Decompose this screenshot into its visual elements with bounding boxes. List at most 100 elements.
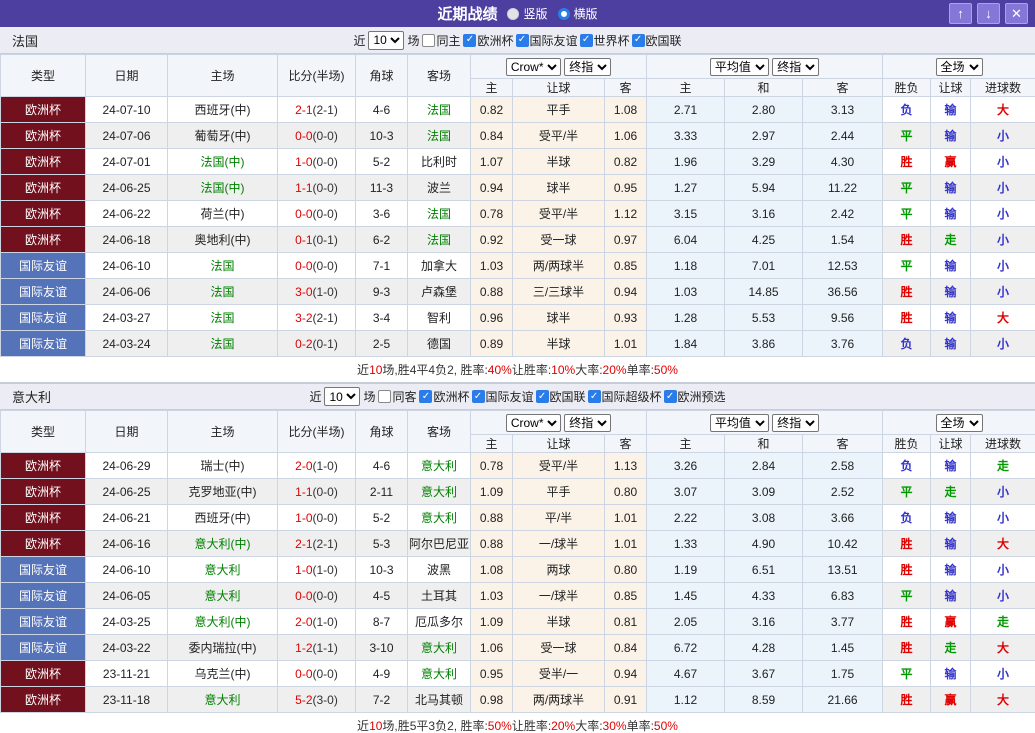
checkbox-unchecked-icon[interactable] — [378, 390, 391, 403]
checkbox-checked-icon[interactable]: ✓ — [580, 34, 593, 47]
league-label: 欧洲杯 — [477, 32, 513, 49]
checkbox-checked-icon[interactable]: ✓ — [536, 390, 549, 403]
checkbox-checked-icon[interactable]: ✓ — [472, 390, 485, 403]
section-header-france: 法国 近 10 场 同主 ✓欧洲杯✓国际友谊✓世界杯✓欧国联 — [0, 27, 1035, 54]
titlebar-center: 近期战绩 竖版 横版 — [0, 3, 1035, 24]
league-label: 国际超级杯 — [602, 388, 662, 405]
final-index-select-4[interactable]: 终指 — [772, 414, 819, 432]
league-filter[interactable]: ✓国际友谊 — [516, 32, 578, 49]
col-avg-home: 主 — [647, 435, 725, 453]
checkbox-checked-icon[interactable]: ✓ — [632, 34, 645, 47]
match-count-select[interactable]: 10 — [368, 31, 404, 50]
final-index-select-3[interactable]: 终指 — [564, 414, 611, 432]
col-handicap: 让球 — [513, 435, 605, 453]
full-match-select-2[interactable]: 全场 — [936, 414, 983, 432]
summary-text: 10 — [369, 363, 382, 377]
league-type-cell: 国际友谊 — [1, 635, 86, 661]
summary-text: 50% — [654, 363, 678, 377]
avg-draw-odds-cell: 3.67 — [725, 661, 803, 687]
matches-label: 场 — [407, 32, 419, 49]
half-time-score: (0-0) — [313, 259, 338, 273]
avg-draw-odds-cell: 3.29 — [725, 149, 803, 175]
col-avg-draw: 和 — [725, 79, 803, 97]
checkbox-checked-icon[interactable]: ✓ — [588, 390, 601, 403]
match-row: 国际友谊24-03-27法国3-2(2-1)3-4智利0.96球半0.931.2… — [1, 305, 1035, 331]
radio-unselected-icon[interactable] — [507, 8, 519, 20]
checkbox-unchecked-icon[interactable] — [422, 34, 435, 47]
same-home-label: 同主 — [436, 32, 460, 49]
avg-home-odds-cell: 6.04 — [647, 227, 725, 253]
checkbox-checked-icon[interactable]: ✓ — [419, 390, 432, 403]
final-index-select-2[interactable]: 终指 — [772, 58, 819, 76]
close-button[interactable]: ✕ — [1005, 3, 1028, 24]
summary-text: 场,胜4平4负2, 胜率: — [382, 361, 487, 378]
asian-result-cell: 走 — [931, 635, 971, 661]
match-row: 欧洲杯24-06-22荷兰(中)0-0(0-0)3-6法国0.78受平/半1.1… — [1, 201, 1035, 227]
league-filter[interactable]: ✓欧洲杯 — [419, 388, 469, 405]
move-up-button[interactable]: ↑ — [949, 3, 972, 24]
full-time-score: 1-0 — [295, 563, 312, 577]
summary-text: 场,胜5平3负2, 胜率: — [382, 717, 487, 733]
away-team-cell: 意大利 — [408, 479, 471, 505]
date-cell: 24-06-25 — [86, 175, 168, 201]
full-time-score: 0-0 — [295, 589, 312, 603]
full-match-select[interactable]: 全场 — [936, 58, 983, 76]
full-time-score: 5-2 — [295, 693, 312, 707]
league-filter[interactable]: ✓国际超级杯 — [588, 388, 662, 405]
score-cell: 2-0(1-0) — [278, 453, 356, 479]
home-team-cell: 法国 — [168, 305, 278, 331]
half-time-score: (0-0) — [313, 485, 338, 499]
away-team-cell: 德国 — [408, 331, 471, 357]
league-filter[interactable]: ✓欧国联 — [536, 388, 586, 405]
avg-home-odds-cell: 1.28 — [647, 305, 725, 331]
final-index-select[interactable]: 终指 — [564, 58, 611, 76]
league-filter[interactable]: ✓欧洲杯 — [463, 32, 513, 49]
league-filter[interactable]: ✓国际友谊 — [472, 388, 534, 405]
crown-away-odds-cell: 0.91 — [605, 687, 647, 713]
full-match-group-header: 全场 — [883, 411, 1035, 435]
league-filter[interactable]: ✓欧洲预选 — [664, 388, 726, 405]
league-filter[interactable]: ✓欧国联 — [632, 32, 682, 49]
col-away: 客场 — [408, 55, 471, 97]
checkbox-checked-icon[interactable]: ✓ — [463, 34, 476, 47]
handicap-line-cell: 三/三球半 — [513, 279, 605, 305]
avg-draw-odds-cell: 5.94 — [725, 175, 803, 201]
checkbox-checked-icon[interactable]: ✓ — [516, 34, 529, 47]
match-row: 欧洲杯24-06-16意大利(中)2-1(2-1)5-3阿尔巴尼亚0.88一/球… — [1, 531, 1035, 557]
checkbox-checked-icon[interactable]: ✓ — [664, 390, 677, 403]
radio-selected-icon[interactable] — [558, 8, 570, 20]
crown-away-odds-cell: 1.01 — [605, 331, 647, 357]
same-home-filter[interactable]: 同主 — [422, 32, 460, 49]
crown-away-odds-cell: 0.81 — [605, 609, 647, 635]
crown-home-odds-cell: 0.95 — [471, 661, 513, 687]
avg-away-odds-cell: 9.56 — [803, 305, 883, 331]
move-down-button[interactable]: ↓ — [977, 3, 1000, 24]
league-type-cell: 国际友谊 — [1, 331, 86, 357]
bookmaker-select-2[interactable]: Crow* — [506, 414, 561, 432]
match-count-select-2[interactable]: 10 — [324, 387, 360, 406]
handicap-line-cell: 半球 — [513, 609, 605, 635]
same-away-filter[interactable]: 同客 — [378, 388, 416, 405]
crown-home-odds-cell: 0.82 — [471, 97, 513, 123]
goals-result-cell: 大 — [971, 635, 1035, 661]
average-select[interactable]: 平均值 — [710, 58, 769, 76]
home-team-cell: 法国 — [168, 279, 278, 305]
layout-horizontal-option[interactable]: 横版 — [558, 5, 598, 22]
full-time-score: 2-0 — [295, 459, 312, 473]
handicap-line-cell: 球半 — [513, 305, 605, 331]
league-filter[interactable]: ✓世界杯 — [580, 32, 630, 49]
layout-vertical-option[interactable]: 竖版 — [507, 5, 547, 22]
asian-result-cell: 输 — [931, 583, 971, 609]
col-handicap-result: 让球 — [931, 435, 971, 453]
handicap-line-cell: 受一球 — [513, 635, 605, 661]
average-select-2[interactable]: 平均值 — [710, 414, 769, 432]
handicap-line-cell: 受平/半 — [513, 201, 605, 227]
bookmaker-select[interactable]: Crow* — [506, 58, 561, 76]
home-team-cell: 法国 — [168, 253, 278, 279]
summary-text: 10 — [369, 719, 382, 733]
corners-cell: 4-6 — [356, 453, 408, 479]
crown-away-odds-cell: 0.82 — [605, 149, 647, 175]
league-type-cell: 国际友谊 — [1, 557, 86, 583]
home-team-cell: 荷兰(中) — [168, 201, 278, 227]
avg-home-odds-cell: 1.45 — [647, 583, 725, 609]
